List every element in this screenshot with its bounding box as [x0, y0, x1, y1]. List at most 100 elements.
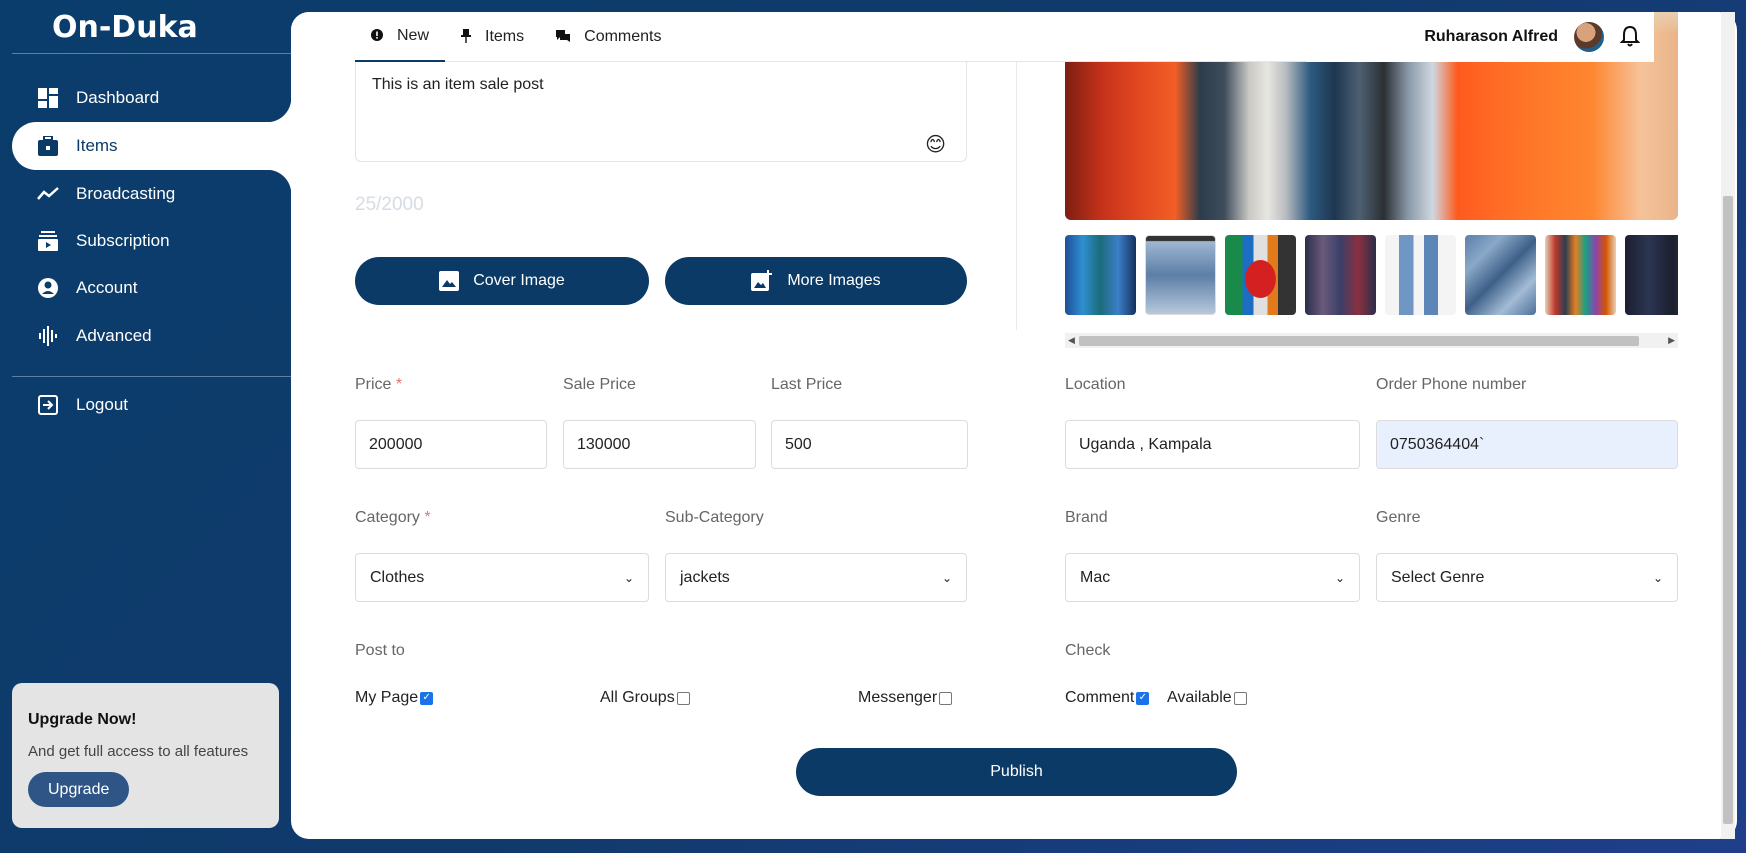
thumbnail-image[interactable] — [1545, 235, 1616, 315]
thumbnail-image[interactable] — [1385, 235, 1456, 315]
dashboard-icon — [36, 86, 60, 110]
comments-icon — [556, 29, 571, 45]
sidebar-item-dashboard[interactable]: Dashboard — [12, 74, 291, 122]
checkbox-available[interactable]: Available — [1167, 689, 1247, 707]
thumbnail-image[interactable] — [1065, 235, 1136, 315]
checkbox[interactable] — [676, 691, 690, 705]
user-name[interactable]: Ruharason Alfred — [1424, 28, 1558, 46]
info-icon — [371, 28, 383, 44]
image-thumbnails — [1065, 235, 1678, 315]
checkbox-label: Messenger — [858, 689, 938, 706]
checkbox-label: My Page — [355, 689, 419, 706]
cover-image-button[interactable]: Cover Image — [355, 257, 649, 305]
sidebar-item-broadcasting[interactable]: Broadcasting — [12, 170, 291, 218]
brand-label: Brand — [1065, 509, 1108, 526]
upgrade-button[interactable]: Upgrade — [28, 772, 130, 807]
tab-label: Items — [485, 28, 525, 45]
tab-comments[interactable]: Comments — [540, 12, 677, 62]
checkbox-messenger[interactable]: Messenger — [858, 689, 953, 707]
sidebar-divider — [12, 53, 291, 54]
phone-input[interactable] — [1376, 420, 1678, 469]
thumbnails-scrollbar[interactable]: ◀ ▶ — [1065, 333, 1678, 348]
sidebar-item-label: Logout — [76, 395, 128, 414]
trend-line-icon — [36, 182, 60, 206]
checkbox[interactable] — [939, 691, 953, 705]
post-text: This is an item sale post — [372, 76, 544, 93]
checkbox-all-groups[interactable]: All Groups — [600, 689, 690, 707]
genre-value: Select Genre — [1391, 568, 1485, 586]
avatar[interactable] — [1574, 22, 1604, 52]
scrollbar-thumb[interactable] — [1079, 336, 1639, 346]
sale-price-label: Sale Price — [563, 376, 636, 393]
thumbnail-image[interactable] — [1625, 235, 1678, 315]
sale-price-input[interactable] — [563, 420, 756, 469]
subcategory-label: Sub-Category — [665, 509, 764, 526]
sidebar-item-account[interactable]: Account — [12, 264, 291, 312]
category-select[interactable]: Clothes ⌄ — [355, 553, 649, 602]
tab-items[interactable]: Items — [445, 12, 540, 62]
genre-label: Genre — [1376, 509, 1421, 526]
sidebar-item-items[interactable]: Items — [12, 98, 291, 194]
thumbnail-image[interactable] — [1225, 235, 1296, 315]
pin-icon — [461, 28, 472, 46]
brand-select[interactable]: Mac ⌄ — [1065, 553, 1360, 602]
publish-button[interactable]: Publish — [796, 748, 1237, 796]
upgrade-title: Upgrade Now! — [28, 711, 137, 728]
genre-select[interactable]: Select Genre ⌄ — [1376, 553, 1678, 602]
page-scrollbar-thumb[interactable] — [1723, 196, 1733, 824]
add-image-icon — [751, 270, 773, 292]
last-price-input[interactable] — [771, 420, 968, 469]
char-count: 25/2000 — [355, 194, 424, 215]
subscription-icon — [36, 229, 60, 253]
price-label-text: Price — [355, 376, 392, 393]
location-label: Location — [1065, 376, 1126, 393]
account-circle-icon — [36, 276, 60, 300]
sidebar-item-label: Advanced — [76, 326, 152, 345]
tab-new[interactable]: New — [355, 12, 446, 62]
emoji-icon[interactable]: 😊 — [925, 132, 946, 157]
post-textarea[interactable]: This is an item sale post 😊 — [355, 62, 967, 162]
thumbnail-image[interactable] — [1305, 235, 1376, 315]
checkbox-my-page[interactable]: My Page — [355, 689, 434, 707]
sidebar-item-label: Dashboard — [76, 88, 160, 107]
checkbox-label: Available — [1167, 689, 1232, 706]
app-logo[interactable]: On-Duka — [52, 10, 198, 45]
location-input[interactable] — [1065, 420, 1360, 469]
chevron-down-icon: ⌄ — [623, 570, 634, 585]
checkbox-comment[interactable]: Comment — [1065, 689, 1150, 707]
tab-label: New — [397, 27, 430, 44]
subcategory-select[interactable]: jackets ⌄ — [665, 553, 967, 602]
user-area: Ruharason Alfred — [1424, 22, 1644, 52]
checkbox[interactable] — [1233, 691, 1247, 705]
scroll-left-icon[interactable]: ◀ — [1068, 335, 1075, 346]
thumbnail-image[interactable] — [1465, 235, 1536, 315]
chevron-down-icon: ⌄ — [941, 570, 952, 585]
category-label: Category * — [355, 509, 431, 527]
sidebar: On-Duka Dashboard Items Broadcasting Sub… — [0, 0, 291, 853]
phone-label: Order Phone number — [1376, 376, 1527, 393]
button-label: More Images — [787, 272, 881, 289]
more-images-button[interactable]: More Images — [665, 257, 967, 305]
sidebar-item-logout[interactable]: Logout — [12, 381, 291, 429]
upgrade-subtitle: And get full access to all features — [28, 743, 249, 760]
checkbox[interactable] — [1136, 691, 1150, 705]
sidebar-item-label: Items — [76, 136, 118, 155]
required-mark: * — [395, 376, 403, 393]
sidebar-item-label: Broadcasting — [76, 184, 176, 203]
scroll-right-icon[interactable]: ▶ — [1668, 335, 1675, 346]
thumbnail-image[interactable] — [1145, 235, 1216, 315]
logout-icon — [36, 393, 60, 417]
price-input[interactable] — [355, 420, 547, 469]
page-scrollbar[interactable] — [1721, 12, 1735, 839]
briefcase-icon — [36, 134, 60, 158]
sidebar-item-label: Subscription — [76, 231, 170, 250]
price-label: Price * — [355, 376, 402, 394]
brand-value: Mac — [1080, 568, 1111, 586]
subcategory-value: jackets — [680, 568, 730, 586]
bell-icon[interactable] — [1619, 25, 1644, 49]
last-price-label: Last Price — [771, 376, 843, 393]
required-mark: * — [424, 509, 431, 526]
checkbox[interactable] — [420, 691, 434, 705]
sidebar-item-advanced[interactable]: Advanced — [12, 312, 291, 360]
sidebar-item-subscription[interactable]: Subscription — [12, 217, 291, 265]
